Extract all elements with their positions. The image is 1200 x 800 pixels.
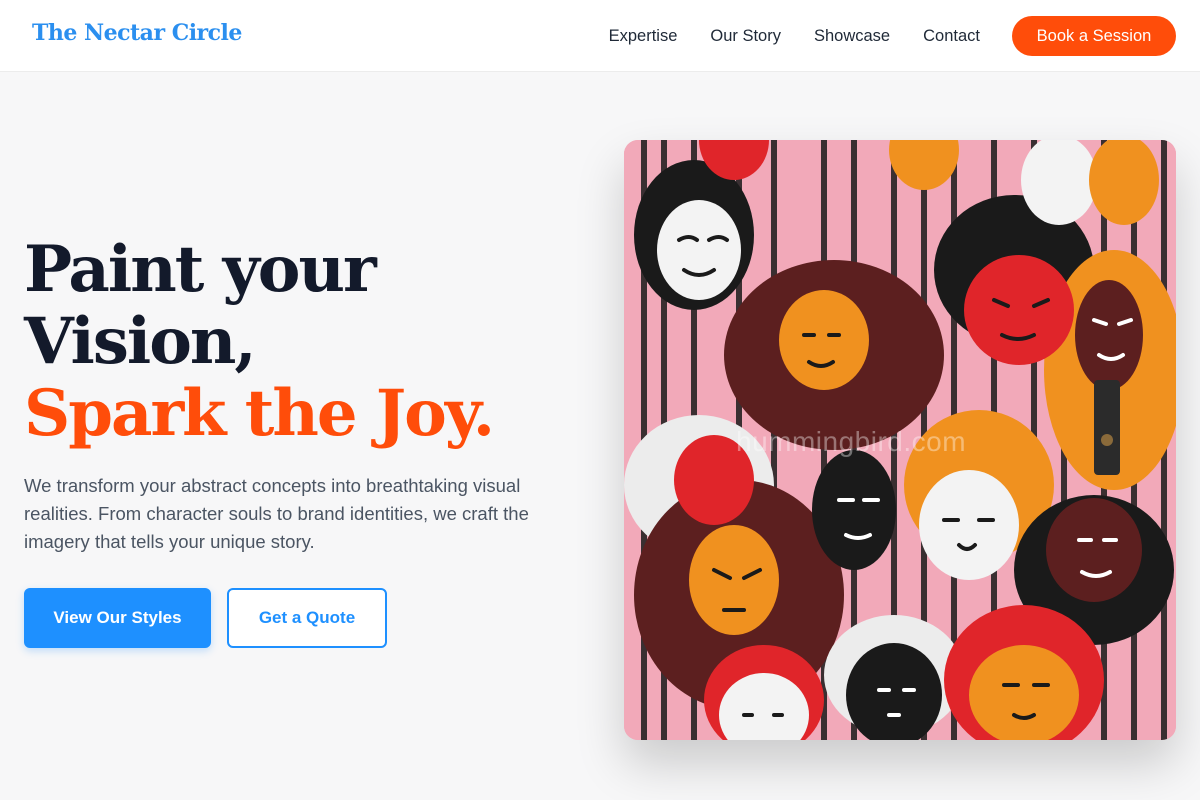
image-watermark: hummingbird.com	[736, 426, 967, 457]
brand-logo[interactable]: The Nectar Circle	[32, 20, 242, 46]
hero-artwork-image: hummingbird.com	[624, 140, 1176, 740]
nav-item-contact: Contact	[923, 27, 980, 46]
nav-link-our-story[interactable]: Our Story	[710, 27, 781, 45]
top-navbar: The Nectar Circle Expertise Our Story Sh…	[0, 0, 1200, 72]
headline-accent-line: Spark the Joy.	[24, 376, 495, 451]
nav-links: Expertise Our Story Showcase Contact	[609, 0, 980, 72]
headline-line-1: Paint your	[24, 232, 377, 307]
view-styles-button[interactable]: View Our Styles	[24, 588, 211, 648]
nav-link-showcase[interactable]: Showcase	[814, 27, 890, 45]
hero-headline: Paint your Vision, Spark the Joy.	[24, 234, 584, 450]
book-session-button[interactable]: Book a Session	[1012, 16, 1176, 56]
nav-link-contact[interactable]: Contact	[923, 27, 980, 45]
nav-item-showcase: Showcase	[814, 27, 890, 46]
hero-description: We transform your abstract concepts into…	[24, 475, 529, 552]
nav-item-expertise: Expertise	[609, 27, 678, 46]
headline-line-2: Vision,	[24, 304, 257, 379]
get-quote-button[interactable]: Get a Quote	[227, 588, 387, 648]
nav-item-our-story: Our Story	[710, 27, 781, 46]
nav-link-expertise[interactable]: Expertise	[609, 27, 678, 45]
